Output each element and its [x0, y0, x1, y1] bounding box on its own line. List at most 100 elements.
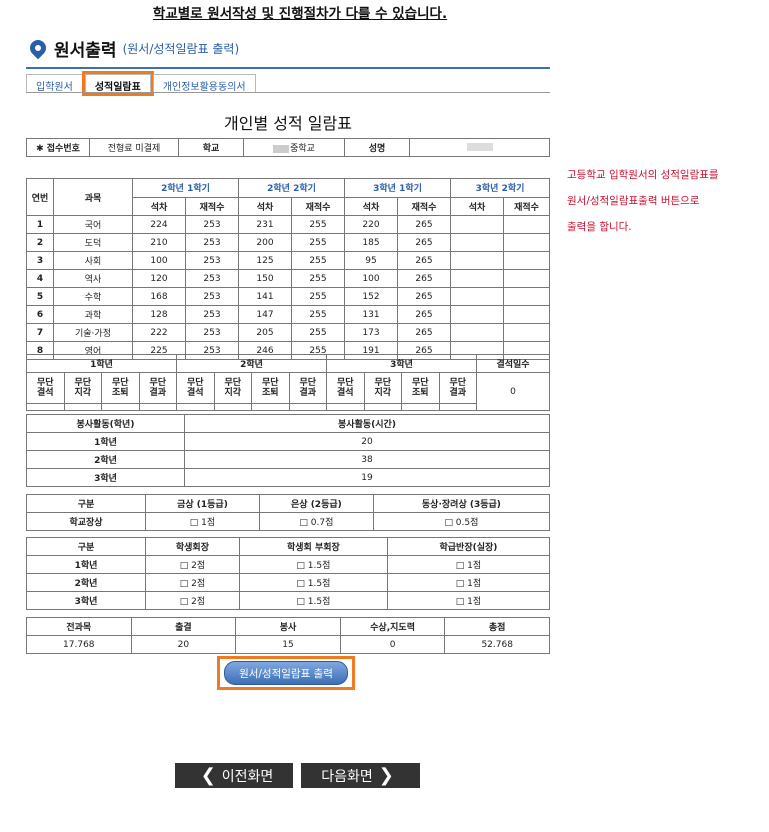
row-no: 5 [26, 287, 54, 306]
table-row: 1학년 20 [26, 432, 550, 451]
attendance-item-line: 무단 [299, 378, 317, 388]
grade-cell [450, 251, 504, 270]
grade-cell: 185 [344, 233, 398, 252]
grade-cell: 255 [291, 305, 345, 324]
grade-cell [503, 305, 550, 324]
council-cell: 1학년 [26, 555, 146, 574]
grade-cell: 224 [132, 215, 186, 234]
rank-header: 석차 [132, 196, 186, 216]
grade-cell: 265 [397, 305, 451, 324]
council-header: 학급반장(실장) [386, 537, 551, 556]
school-value: 중학교 [243, 138, 345, 157]
awards-header-row: 구분 금상 (1등급) 은상 (2등급) 동상·장려상 (3등급) [26, 494, 551, 513]
grade-cell [503, 233, 550, 252]
attendance-item-line: 결석 [36, 388, 54, 398]
grade-cell: 141 [238, 287, 292, 306]
council-cell: □ 1점 [386, 573, 551, 592]
attendance-value [26, 403, 65, 411]
attendance-item-line: 조퇴 [411, 388, 429, 398]
awards-header: 은상 (2등급) [258, 494, 374, 513]
council-cell: □ 2점 [145, 555, 240, 574]
grade-cell [450, 215, 504, 234]
table-row: 2 도덕 210 253 200 255 185 265 [26, 233, 550, 252]
table-row: 3 사회 100 253 125 255 95 265 [26, 251, 550, 270]
grade-cell: 205 [238, 323, 292, 342]
grade-cell: 210 [132, 233, 186, 252]
summary-header: 출결 [130, 617, 237, 636]
grade-cell: 125 [238, 251, 292, 270]
grades-table: 연번 과목 2학년 1학기 2학년 2학기 3학년 1학기 3학년 2학기 석차… [26, 178, 550, 360]
attendance-item-line: 무단 [374, 378, 392, 388]
volunteer-hours: 20 [184, 432, 550, 451]
side-note-line: 고등학교 입학원서의 성적일람표를 [567, 169, 719, 181]
attendance-value [101, 403, 140, 411]
term-header: 3학년 2학기 [450, 178, 550, 198]
attendance-value [326, 403, 365, 411]
row-no: 1 [26, 215, 54, 234]
enrolled-header: 재적수 [397, 196, 451, 216]
attendance-value [363, 403, 402, 411]
grade-cell: 253 [185, 323, 239, 342]
council-cell: 3학년 [26, 591, 146, 610]
grade-cell [503, 251, 550, 270]
tab-application-form[interactable]: 입학원서 [26, 74, 83, 93]
grade-cell: 255 [291, 215, 345, 234]
grade-cell: 128 [132, 305, 186, 324]
summary-value: 0 [339, 635, 446, 654]
awards-header: 동상·장려상 (3등급) [372, 494, 551, 513]
awards-header: 금상 (1등급) [145, 494, 260, 513]
tab-grade-sheet[interactable]: 성적일람표 [81, 71, 154, 96]
applicant-info-table: ✱ 접수번호 전형료 미결제 학교 중학교 성명 [26, 138, 550, 157]
row-no: 2 [26, 233, 54, 252]
absent-days-value: 0 [476, 372, 550, 411]
awards-table: 구분 금상 (1등급) 은상 (2등급) 동상·장려상 (3등급) 학교장상 □ 1점 □… [26, 494, 551, 531]
volunteer-hours: 38 [184, 450, 550, 469]
volunteer-year: 3학년 [26, 468, 185, 487]
grade-cell: 253 [185, 215, 239, 234]
grade-cell: 265 [397, 287, 451, 306]
row-no: 7 [26, 323, 54, 342]
next-screen-label: 다음화면 [321, 768, 373, 785]
print-button[interactable]: 원서/성적일람표 출력 [224, 661, 348, 685]
grade-cell: 100 [132, 251, 186, 270]
summary-value: 17.768 [26, 635, 132, 654]
council-table: 구분 학생회장 학생회 부회장 학급반장(실장) 1학년 □ 2점 □ 1.5점 □ 1점 2… [26, 537, 551, 610]
prev-screen-button[interactable]: ❮ 이전화면 [175, 763, 293, 788]
awards-cell: 학교장상 [26, 512, 146, 531]
subject-name: 기술·가정 [53, 323, 133, 342]
attendance-item-line: 무단 [336, 378, 354, 388]
table-row: 6 과학 128 253 147 255 131 265 [26, 305, 550, 324]
attendance-item-line: 무단 [74, 378, 92, 388]
prev-screen-label: 이전화면 [221, 768, 274, 785]
attendance-item-line: 조퇴 [261, 388, 279, 398]
next-screen-button[interactable]: 다음화면 ❯ [301, 763, 420, 788]
summary-header: 총점 [444, 617, 550, 636]
redacted-mark [466, 143, 493, 151]
name-label: 성명 [344, 138, 410, 157]
attendance-item: 무단 결과 [438, 372, 477, 404]
table-row: 2학년 38 [26, 450, 550, 469]
table-row: 7 기술·가정 222 253 205 255 173 265 [26, 323, 550, 342]
table-row: 4 역사 120 253 150 255 100 265 [26, 269, 550, 288]
council-cell: □ 1.5점 [238, 555, 388, 574]
term-header: 3학년 1학기 [344, 178, 451, 198]
attendance-item: 무단 결석 [326, 372, 365, 404]
receipt-label: ✱ 접수번호 [26, 138, 90, 157]
attendance-year: 1학년 [26, 354, 177, 373]
term-header: 2학년 2학기 [238, 178, 345, 198]
grade-cell: 173 [344, 323, 398, 342]
grade-cell: 265 [397, 233, 451, 252]
volunteer-rows: 1학년 20 2학년 38 3학년 19 [26, 432, 550, 487]
grade-cell: 231 [238, 215, 292, 234]
score-summary-table: 전과목 출결 봉사 수상,지도력 총점 17.768 20 15 0 52.768 [26, 617, 550, 654]
attendance-value [63, 403, 102, 411]
tab-privacy-consent[interactable]: 개인정보활용동의서 [152, 74, 256, 93]
location-pin-icon [26, 36, 50, 60]
table-row: 3학년 □ 2점 □ 1.5점 □ 1점 [26, 591, 551, 610]
grade-cell: 265 [397, 323, 451, 342]
awards-header: 구분 [26, 494, 146, 513]
attendance-item-line: 무단 [261, 378, 279, 388]
grade-cell: 200 [238, 233, 292, 252]
awards-cell: □ 1점 [145, 512, 260, 531]
grade-cell: 168 [132, 287, 186, 306]
